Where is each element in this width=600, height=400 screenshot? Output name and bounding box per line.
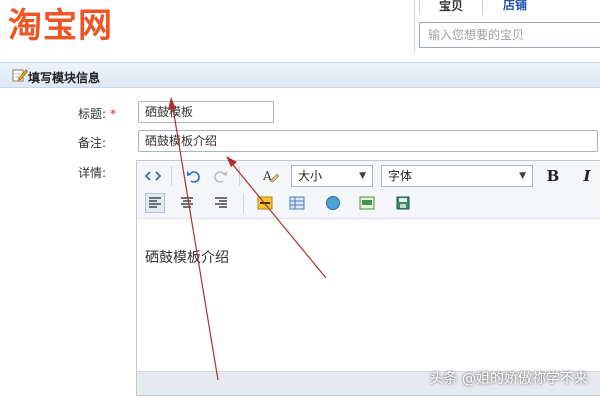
align-center-icon[interactable]	[177, 193, 197, 213]
font-family-select[interactable]: 字体 ▼	[381, 165, 533, 187]
editor-toolbar: A 大小 ▼ 字体 ▼ B I	[137, 161, 600, 219]
save-icon[interactable]	[393, 193, 413, 213]
font-size-select-value: 大小	[298, 169, 323, 183]
title-label-text: 标题:	[78, 107, 107, 121]
globe-icon[interactable]	[323, 193, 343, 213]
font-family-select-value: 字体	[388, 169, 413, 183]
toolbar-separator	[239, 166, 240, 186]
search-tab-items[interactable]: 宝贝	[419, 0, 483, 14]
panel-title: 填写模块信息	[28, 71, 101, 85]
note-input[interactable]: 硒鼓模板介绍	[138, 130, 598, 152]
editor-content[interactable]: 硒鼓模板介绍	[145, 247, 229, 267]
search-area: 宝贝 店铺 输入您想要的宝贝	[414, 0, 600, 52]
undo-icon[interactable]	[183, 166, 203, 186]
search-tab-shops[interactable]: 店铺	[487, 0, 543, 14]
rich-text-editor: A 大小 ▼ 字体 ▼ B I 硒鼓模板介绍	[136, 160, 600, 396]
italic-button[interactable]: I	[577, 166, 597, 186]
italic-label: I	[583, 167, 591, 185]
panel-header: 填写模块信息	[0, 62, 600, 88]
toolbar-separator	[243, 193, 244, 213]
chevron-down-icon: ▼	[519, 171, 526, 181]
detail-label: 详情:	[78, 166, 107, 180]
taobao-logo[interactable]: 淘宝网	[8, 6, 113, 46]
title-input[interactable]: 硒鼓模板	[138, 101, 274, 123]
bold-label: B	[546, 167, 560, 185]
bold-button[interactable]: B	[543, 166, 563, 186]
font-size-select[interactable]: 大小 ▼	[291, 165, 373, 187]
table-icon[interactable]	[287, 193, 307, 213]
note-label: 备注:	[78, 136, 107, 150]
required-mark: *	[110, 107, 117, 121]
align-right-icon[interactable]	[211, 193, 231, 213]
clear-format-icon[interactable]: A	[261, 166, 281, 186]
align-left-icon[interactable]	[145, 193, 165, 213]
title-label: 标题: *	[78, 105, 116, 122]
redo-icon[interactable]	[211, 166, 231, 186]
link-icon[interactable]	[255, 193, 275, 213]
edit-icon	[12, 68, 29, 82]
toolbar-separator	[171, 166, 172, 186]
code-icon[interactable]	[143, 166, 163, 186]
watermark: 头条 @姐的娇傲祢学不来	[429, 371, 588, 387]
image-icon[interactable]	[357, 193, 377, 213]
chevron-down-icon: ▼	[359, 171, 366, 181]
search-input[interactable]: 输入您想要的宝贝	[419, 22, 600, 48]
